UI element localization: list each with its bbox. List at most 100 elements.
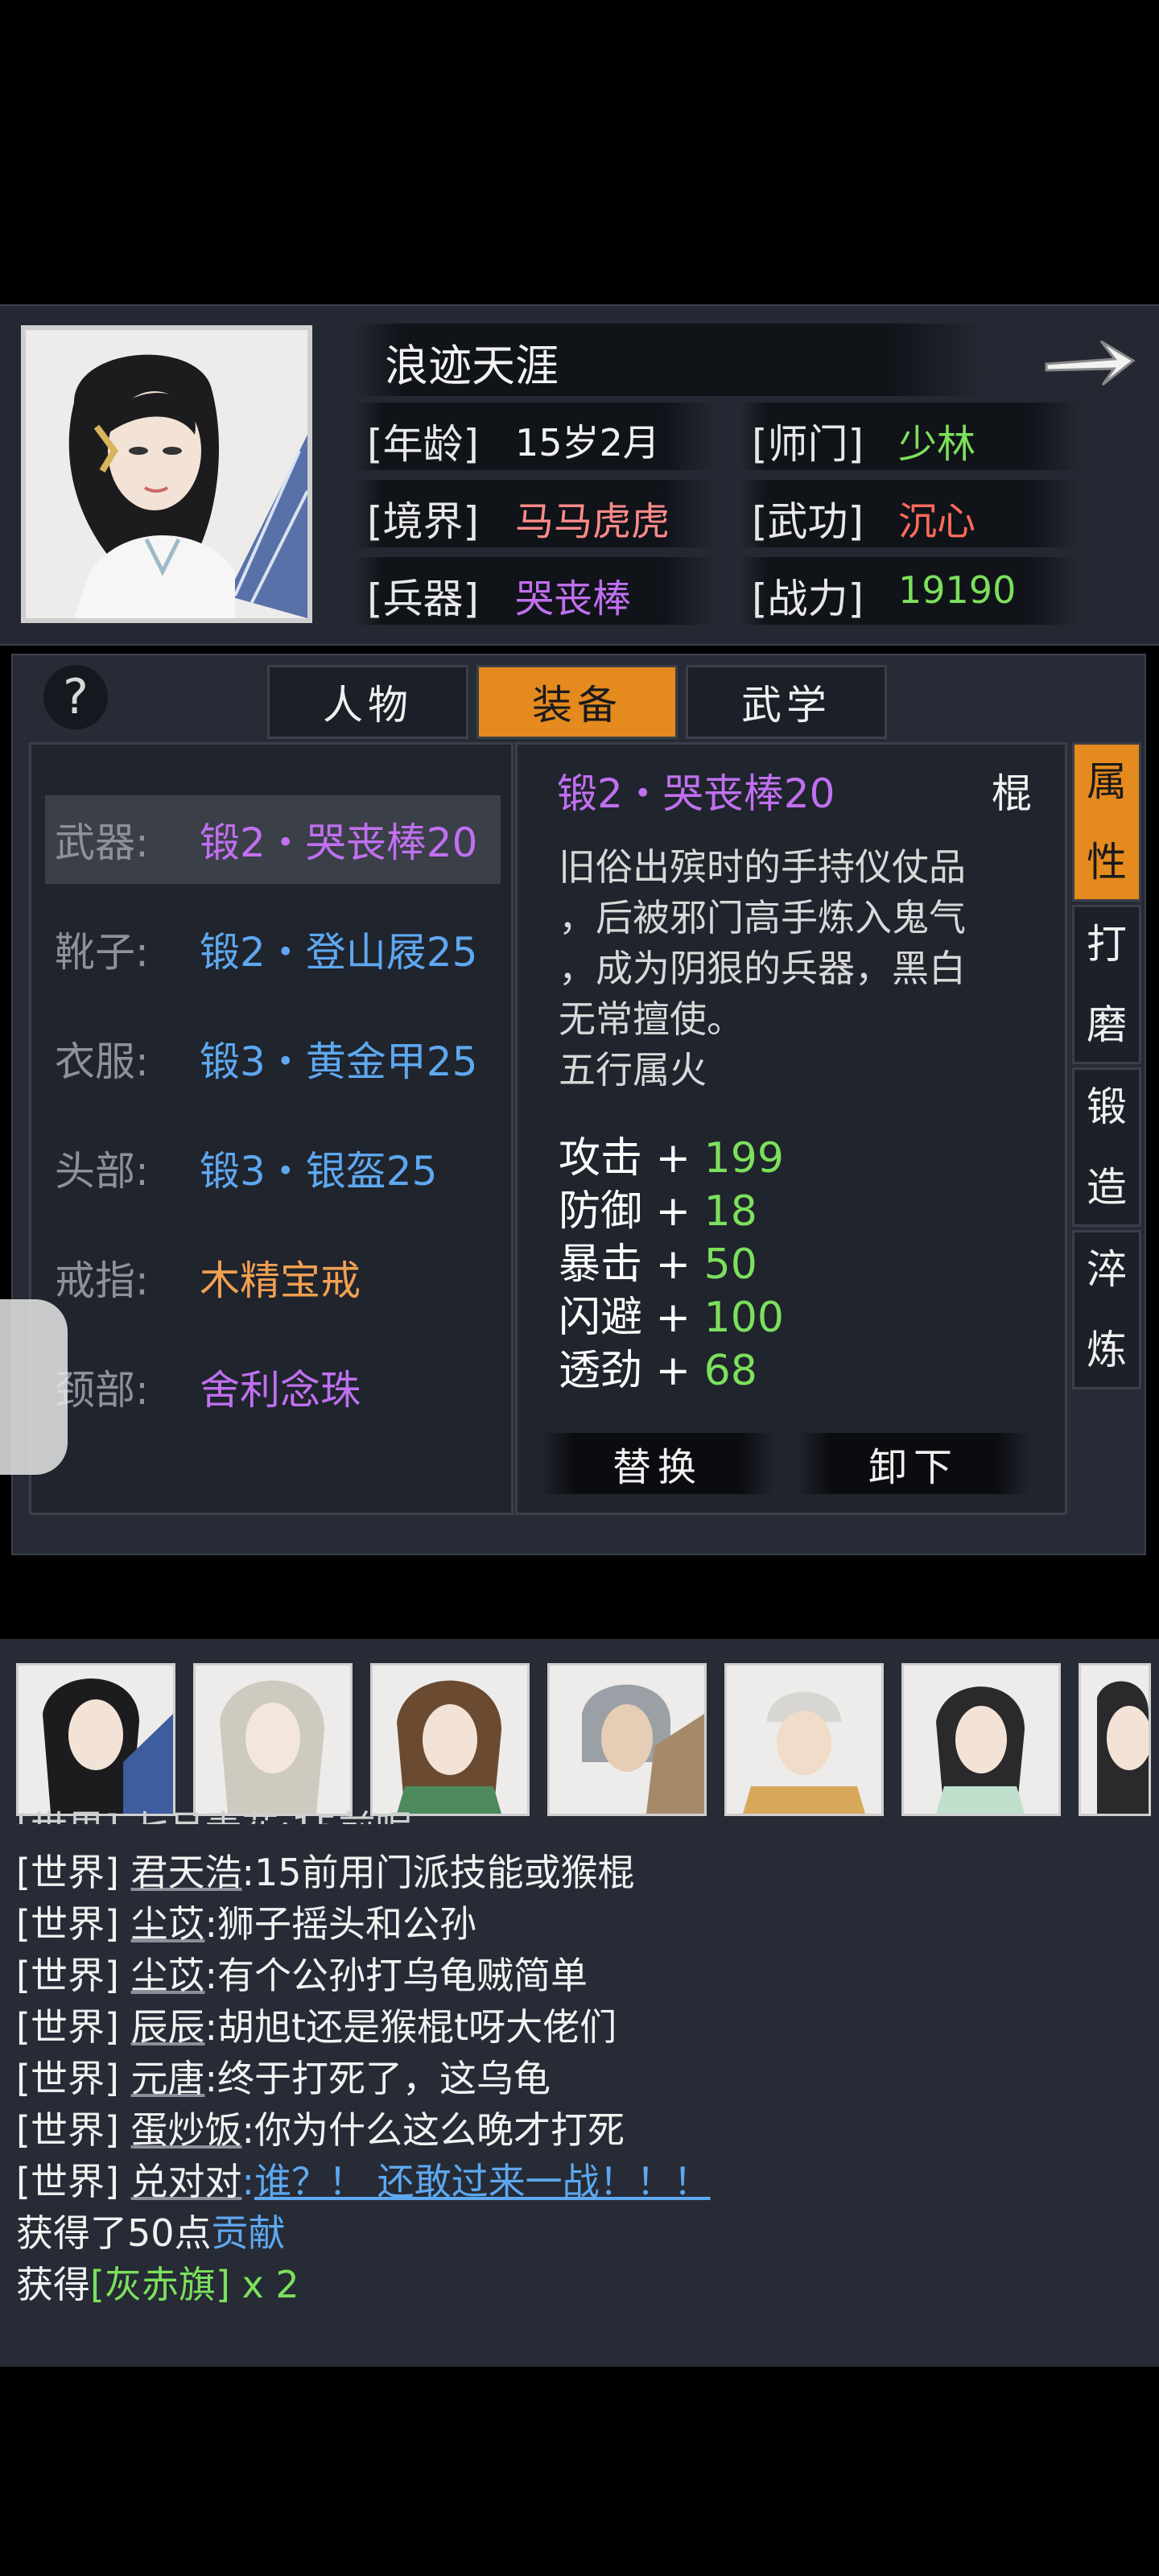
stat-label: 闪避 (559, 1294, 643, 1342)
equip-slot-label: 头部: (55, 1148, 149, 1195)
stat-defense: 防御 + 18 (559, 1177, 757, 1237)
equip-item-name: 锻2・哭丧棒20 (200, 819, 478, 866)
chat-sep: : (204, 1954, 218, 1997)
side-tab-char: 属 (1087, 758, 1127, 805)
side-tab-char: 性 (1087, 839, 1127, 886)
stat-value: 18 (703, 1187, 757, 1236)
realm-label: [境界] (367, 498, 480, 545)
stat-label: 攻击 (559, 1134, 643, 1183)
tab-martial-arts[interactable]: 武学 (686, 665, 887, 739)
avatar[interactable] (16, 1663, 175, 1816)
chat-channel: [世界] (16, 2160, 119, 2203)
chat-user[interactable]: 兑对对 (131, 2160, 242, 2203)
stat-penetration: 透劲 + 68 (559, 1336, 757, 1397)
unequip-button[interactable]: 卸下 (797, 1433, 1030, 1494)
desc-line: 旧俗出殡时的手持仪仗品 (559, 845, 966, 889)
stat-attack: 攻击 + 199 (559, 1124, 784, 1184)
chat-sep: : (241, 2108, 255, 2152)
chat-line: [世界] 元唐:终于打死了，这乌龟 (16, 2050, 551, 2103)
chat-user[interactable]: 辰辰 (131, 2005, 205, 2049)
chat-sep: : (241, 2160, 255, 2203)
avatar[interactable] (901, 1663, 1061, 1816)
item-title: 锻2・哭丧棒20 (557, 770, 835, 817)
sect-value: 少林 (898, 422, 976, 467)
weapon-value: 哭丧棒 (515, 576, 632, 621)
equip-row-ring[interactable]: 戒指: 木精宝戒 (45, 1233, 501, 1322)
chat-channel: [世界] (16, 1902, 119, 1946)
chat-user[interactable]: 尘苡 (131, 1954, 205, 1997)
chat-line: [世界] 君天浩:15前用门派技能或猴棍 (16, 1843, 635, 1897)
equip-row-clothes[interactable]: 衣服: 锻3・黄金甲25 (45, 1014, 501, 1103)
item-type: 棍 (992, 770, 1032, 817)
arrow-right-icon[interactable] (1038, 324, 1143, 396)
chat-user[interactable]: 元唐 (131, 2057, 205, 2100)
side-tab-char: 打 (1087, 921, 1127, 968)
side-tab-char: 淬 (1087, 1246, 1127, 1293)
realm-value: 马马虎虎 (515, 499, 670, 544)
tab-character[interactable]: 人物 (267, 665, 468, 739)
chat-user[interactable]: 尘苡 (131, 1902, 205, 1946)
system-text: 获得了50点 (16, 2211, 212, 2255)
chat-msg: 谁？！ 还敢过来一战！！！ (254, 2160, 711, 2203)
chat-msg: 胡旭t还是猴棍t呀大佬们 (217, 2005, 617, 2049)
stat-value: 50 (703, 1241, 757, 1289)
avatar[interactable] (193, 1663, 353, 1816)
equip-slot-label: 戒指: (55, 1257, 149, 1304)
chat-system-line: 获得[灰赤旗] x 2 (16, 2256, 299, 2309)
equip-item-name: 木精宝戒 (200, 1257, 361, 1304)
floating-assist-button[interactable] (0, 1299, 68, 1475)
desc-line: 五行属火 (559, 1048, 707, 1092)
stat-value: 68 (703, 1347, 757, 1395)
martial-label: [武功] (752, 498, 864, 545)
chat-line: [世界] 尘苡:狮子摇头和公孙 (16, 1895, 476, 1948)
item-description: 旧俗出殡时的手持仪仗品 ，后被邪门高手炼入鬼气 ，成为阴狠的兵器，黑白 无常擅使… (559, 842, 966, 1096)
avatar[interactable] (1079, 1663, 1151, 1816)
equip-row-weapon[interactable]: 武器: 锻2・哭丧棒20 (45, 795, 501, 884)
equip-row-boots[interactable]: 靴子: 锻2・登山屐25 (45, 905, 501, 993)
equip-row-neck[interactable]: 颈部: 舍利念珠 (45, 1343, 501, 1431)
avatar[interactable] (547, 1663, 707, 1816)
chat-msg: 有个公孙打乌龟贼简单 (217, 1954, 588, 1997)
chat-sep: : (204, 2005, 218, 2049)
tab-equipment[interactable]: 装备 (476, 665, 678, 739)
stat-plus: + (655, 1187, 691, 1236)
contribution-link[interactable]: 贡献 (212, 2211, 286, 2255)
sect-label: [师门] (752, 421, 864, 468)
desc-line: 无常擅使。 (559, 997, 744, 1041)
martial-value: 沉心 (898, 499, 976, 544)
side-tab-attributes[interactable]: 属 性 (1072, 742, 1141, 902)
avatar[interactable] (370, 1663, 530, 1816)
replace-button[interactable]: 替换 (541, 1433, 774, 1494)
character-portrait[interactable] (21, 325, 312, 623)
equip-row-head[interactable]: 头部: 锻3・银盔25 (45, 1124, 501, 1212)
stat-value: 100 (703, 1294, 784, 1342)
stat-label: 暴击 (559, 1241, 643, 1289)
chat-channel: [世界] (16, 1851, 119, 1894)
age-value: 15岁2月 (515, 421, 660, 464)
side-tab-forge[interactable]: 锻 造 (1072, 1067, 1141, 1227)
chat-channel: [世界] (16, 2005, 119, 2049)
chat-sep: : (204, 2057, 218, 2100)
side-tab-char: 造 (1087, 1164, 1127, 1211)
side-tab-char: 炼 (1087, 1327, 1127, 1373)
chat-partial-line: [世界] 七月青花:15前呢 (16, 1800, 413, 1824)
chat-user[interactable]: 蛋炒饭 (131, 2108, 242, 2152)
stat-dodge: 闪避 + 100 (559, 1283, 784, 1344)
stat-plus: + (655, 1347, 691, 1395)
question-icon[interactable]: ? (43, 665, 108, 729)
side-tab-polish[interactable]: 打 磨 (1072, 905, 1141, 1064)
character-name: 浪迹天涯 (385, 341, 559, 391)
chat-system-line: 获得了50点贡献 (16, 2204, 286, 2257)
side-tab-temper[interactable]: 淬 炼 (1072, 1230, 1141, 1389)
stat-plus: + (655, 1294, 691, 1342)
desc-line: ，后被邪门高手炼入鬼气 (559, 896, 966, 939)
chat-msg: 你为什么这么晚才打死 (254, 2108, 625, 2152)
chat-user[interactable]: 君天浩 (131, 1851, 242, 1894)
chat-channel: [世界] (16, 1954, 119, 1997)
stat-crit: 暴击 + 50 (559, 1230, 757, 1290)
power-label: [战力] (752, 576, 864, 622)
item-link[interactable]: [灰赤旗] (90, 2263, 230, 2306)
stat-plus: + (655, 1134, 691, 1183)
avatar[interactable] (724, 1663, 884, 1816)
side-tab-char: 磨 (1087, 1001, 1127, 1048)
